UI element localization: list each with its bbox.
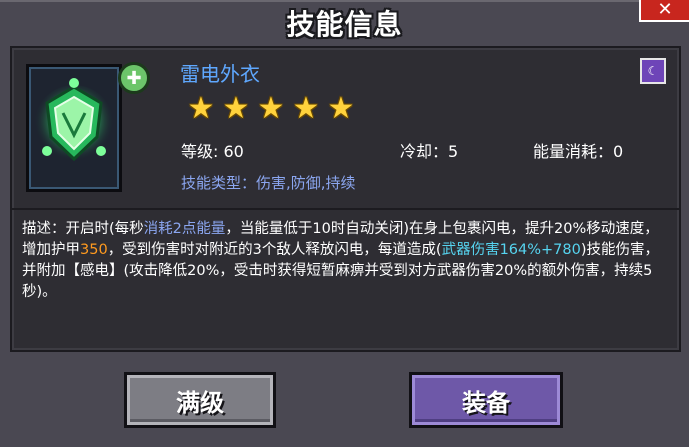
star-icon: ★ — [292, 91, 320, 126]
close-button[interactable]: ✕ — [639, 0, 689, 22]
shield-lightning-icon — [34, 78, 114, 165]
star-icon: ★ — [327, 91, 355, 126]
divider — [12, 208, 679, 210]
plus-badge-icon: ✚ — [118, 62, 150, 94]
desc-damage-highlight: 武器伤害164%+780 — [441, 242, 581, 258]
title-bar: 技能信息 — [0, 2, 689, 44]
equip-button[interactable]: 装备 — [409, 372, 563, 428]
energy-cost-stat: 能量消耗：0 — [533, 142, 624, 161]
close-icon: ✕ — [657, 0, 673, 20]
skill-description: 描述：开启时(每秒消耗2点能量，当能量低于10时自动关闭)在身上包裹闪电，提升2… — [22, 219, 672, 303]
desc-text: ，受到伤害时对附近的3个敌人释放闪电，每道造成( — [107, 242, 442, 258]
max-level-button[interactable]: 满级 — [124, 372, 276, 428]
skill-type-icon: ☾ — [640, 58, 666, 84]
page-title: 技能信息 — [286, 8, 403, 41]
level-stat: 等级: 60 — [181, 142, 244, 161]
skill-info-panel: 技能信息 ✕ ✚ 雷电外衣 ☾ ★ ★ ★ ★ ★ 等级: 60 冷却：5 能量… — [0, 0, 689, 447]
skill-icon-frame — [26, 64, 122, 192]
skill-name: 雷电外衣 — [180, 62, 260, 86]
star-rating: ★ ★ ★ ★ ★ — [186, 94, 356, 124]
desc-text: 描述：开启时(每秒 — [22, 221, 144, 237]
desc-energy-highlight: 消耗2点能量 — [143, 221, 226, 237]
cooldown-stat: 冷却：5 — [400, 142, 459, 161]
star-icon: ★ — [257, 91, 285, 126]
star-icon: ★ — [187, 91, 215, 126]
star-icon: ★ — [222, 91, 250, 126]
desc-armor-highlight: 350 — [80, 242, 108, 258]
skill-type: 技能类型：伤害,防御,持续 — [181, 174, 356, 192]
